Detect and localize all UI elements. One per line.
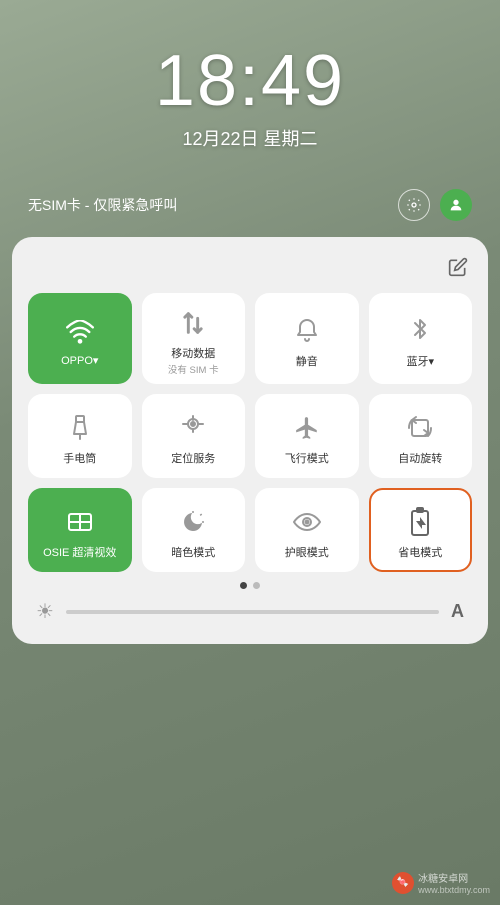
clock-time: 18:49 <box>0 42 500 121</box>
dot-1 <box>240 582 247 589</box>
auto-rotate-label: 自动旋转 <box>398 450 442 466</box>
bluetooth-icon <box>411 313 429 349</box>
tile-location[interactable]: 定位服务 <box>142 394 246 478</box>
tile-wifi[interactable]: OPPO▾ <box>28 293 132 384</box>
battery-save-icon <box>409 504 431 540</box>
brightness-slider[interactable] <box>66 610 439 614</box>
user-icon[interactable] <box>440 189 472 221</box>
flashlight-icon <box>69 410 91 446</box>
flashlight-label: 手电筒 <box>63 450 96 466</box>
quick-settings-panel: OPPO▾ 移动数据 没有 SIM 卡 <box>12 237 488 644</box>
font-size-label[interactable]: A <box>451 601 464 622</box>
clock-area: 18:49 12月22日 星期二 <box>0 12 500 161</box>
tile-auto-rotate[interactable]: 自动旋转 <box>369 394 473 478</box>
dark-mode-label: 暗色模式 <box>171 544 215 560</box>
notif-bar: 无SIM卡 - 仅限紧急呼叫 <box>16 181 484 229</box>
location-label: 定位服务 <box>171 450 215 466</box>
eye-icon <box>293 504 321 540</box>
tile-bluetooth[interactable]: 蓝牙▾ <box>369 293 473 384</box>
rotate-icon <box>406 410 434 446</box>
status-bar <box>0 0 500 12</box>
osie-label: OSIE 超清视效 <box>43 544 116 560</box>
silent-label: 静音 <box>296 353 318 369</box>
tile-flashlight[interactable]: 手电筒 <box>28 394 132 478</box>
tile-osie[interactable]: OSIE 超清视效 <box>28 488 132 572</box>
watermark-icon: 🍬 <box>392 872 414 894</box>
tile-eye-care[interactable]: 护眼模式 <box>255 488 359 572</box>
bell-icon <box>295 313 319 349</box>
watermark: 🍬 冰糖安卓网 www.btxtdmy.com <box>392 870 490 895</box>
mobile-data-sublabel: 没有 SIM 卡 <box>168 362 219 376</box>
osie-icon <box>66 504 94 540</box>
mobile-data-icon <box>182 305 204 341</box>
battery-save-label: 省电模式 <box>398 544 442 560</box>
panel-edit-area <box>28 253 472 281</box>
notif-bar-right <box>398 189 472 221</box>
tiles-row-1: OPPO▾ 移动数据 没有 SIM 卡 <box>28 293 472 384</box>
wifi-icon <box>66 314 94 350</box>
tile-dark-mode[interactable]: 暗色模式 <box>142 488 246 572</box>
airplane-label: 飞行模式 <box>285 450 329 466</box>
dot-2 <box>253 582 260 589</box>
brightness-icon[interactable]: ☀ <box>36 599 54 624</box>
tile-battery-save[interactable]: 省电模式 <box>369 488 473 572</box>
tile-airplane[interactable]: 飞行模式 <box>255 394 359 478</box>
mobile-data-label: 移动数据 <box>171 345 215 361</box>
sim-status-text: 无SIM卡 - 仅限紧急呼叫 <box>28 195 177 215</box>
dark-icon <box>181 504 205 540</box>
eye-care-label: 护眼模式 <box>285 544 329 560</box>
edit-button[interactable] <box>444 253 472 281</box>
watermark-text: 冰糖安卓网 www.btxtdmy.com <box>418 870 490 895</box>
bluetooth-label: 蓝牙▾ <box>406 353 434 369</box>
tiles-row-3: OSIE 超清视效 暗色模式 <box>28 488 472 572</box>
tile-silent[interactable]: 静音 <box>255 293 359 384</box>
location-icon <box>181 410 205 446</box>
tile-mobile-data[interactable]: 移动数据 没有 SIM 卡 <box>142 293 246 384</box>
pagination-dots <box>28 582 472 589</box>
settings-icon[interactable] <box>398 189 430 221</box>
airplane-icon <box>294 410 320 446</box>
clock-date: 12月22日 星期二 <box>0 125 500 151</box>
tiles-row-2: 手电筒 定位服务 飞行模式 <box>28 394 472 478</box>
wifi-label: OPPO▾ <box>61 354 98 367</box>
